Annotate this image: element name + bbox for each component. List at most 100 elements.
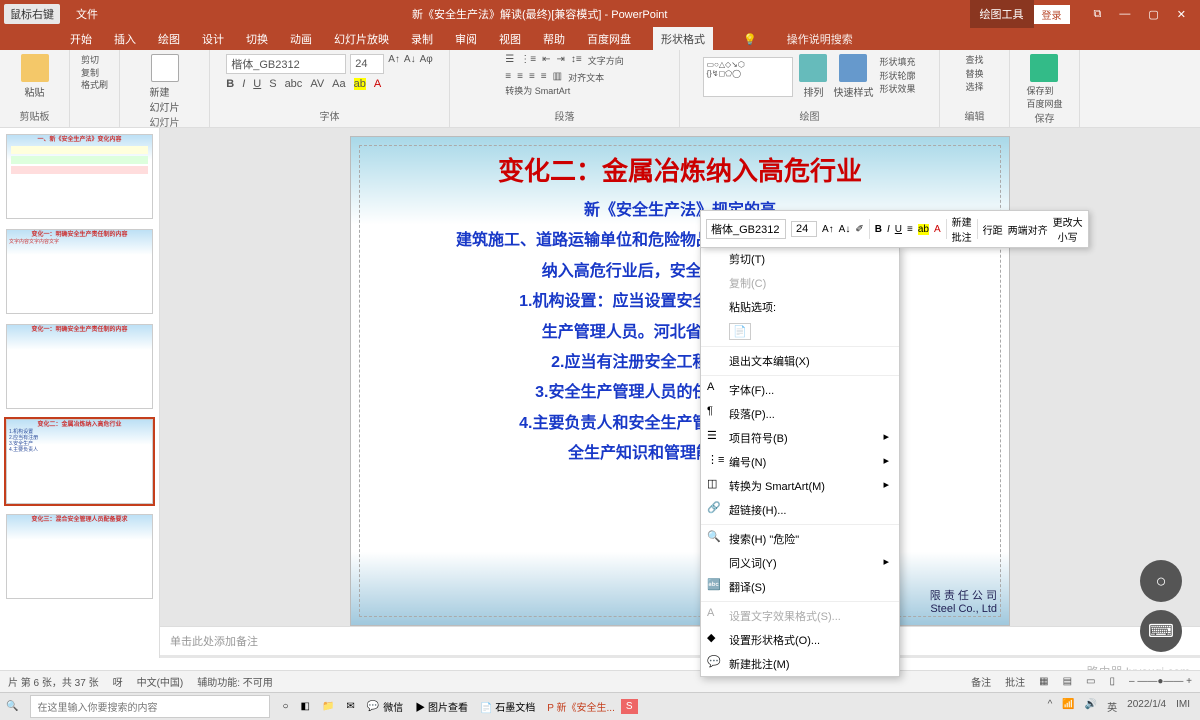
mini-change-case[interactable]: 更改大 小写	[1053, 214, 1083, 244]
lang-indicator[interactable]: 呀	[113, 674, 123, 689]
tab-home[interactable]: 开始	[70, 31, 92, 47]
spacing-button[interactable]: AV	[310, 78, 324, 90]
mini-highlight-icon[interactable]: ab	[918, 224, 929, 235]
bullets-icon[interactable]: ☰	[505, 54, 514, 67]
tell-me-icon[interactable]: 💡	[743, 33, 757, 46]
ctx-hyperlink[interactable]: 🔗超链接(H)...	[701, 498, 899, 522]
mini-font-color-icon[interactable]: A	[934, 224, 941, 235]
arrange-button[interactable]: 排列	[803, 84, 823, 99]
zoom-slider[interactable]: – ——●—— +	[1129, 676, 1192, 687]
task-cortana[interactable]: ○	[276, 701, 294, 712]
shadow-button[interactable]: S	[269, 78, 276, 90]
ctx-translate[interactable]: 🔤翻译(S)	[701, 575, 899, 599]
float-keyboard-button[interactable]: ⌨	[1140, 610, 1182, 652]
mini-bold-button[interactable]: B	[875, 224, 882, 235]
indent-dec-icon[interactable]: ⇤	[542, 54, 550, 67]
mini-linespacing[interactable]: 行距	[983, 222, 1003, 237]
slide-thumbnails-panel[interactable]: 一、新《安全生产法》变化内容 变化一：明确安全生产责任制的内容文字内容文字内容文…	[0, 128, 160, 658]
thumbnail-4[interactable]: 变化二：金属冶炼纳入高危行业1.机构设置2.应当有注册3.安全生产4.主要负责人	[6, 419, 153, 504]
ctx-font[interactable]: A字体(F)...	[701, 378, 899, 402]
tell-me-search[interactable]: 操作说明搜索	[787, 31, 853, 47]
task-explorer[interactable]: 📁	[316, 701, 340, 712]
file-menu[interactable]: 文件	[64, 6, 110, 22]
mini-font-name[interactable]: 楷体_GB2312	[706, 219, 786, 239]
task-imageviewer[interactable]: ▶ 图片查看	[409, 699, 474, 714]
font-size-select[interactable]: 24	[350, 54, 384, 74]
new-slide-icon[interactable]	[151, 54, 179, 82]
align-text-button[interactable]: 对齐文本	[568, 71, 604, 84]
tray-expand-icon[interactable]: ^	[1048, 699, 1053, 714]
tray-ime[interactable]: 英	[1107, 699, 1117, 714]
notes-pane[interactable]: 单击此处添加备注	[160, 626, 1200, 655]
new-slide-button[interactable]: 新建 幻灯片	[150, 84, 180, 114]
slideshow-view-icon[interactable]: ▯	[1109, 676, 1115, 687]
slide-title[interactable]: 变化二：金属冶炼纳入高危行业	[369, 151, 991, 188]
ctx-cut[interactable]: 剪切(T)	[701, 247, 899, 271]
thumbnail-2[interactable]: 变化一：明确安全生产责任制的内容文字内容文字内容文字	[6, 229, 153, 314]
task-mail[interactable]: ✉	[340, 701, 360, 712]
clear-format-icon[interactable]: Aφ	[420, 54, 433, 74]
tab-shape-format[interactable]: 形状格式	[653, 27, 713, 51]
maximize-icon[interactable]: ▢	[1148, 8, 1158, 21]
shapes-gallery[interactable]: ▭○△◇↘⬡{}↯◻⬠◯	[703, 57, 793, 97]
select-button[interactable]: 选择	[965, 81, 983, 95]
tray-network-icon[interactable]: 📶	[1062, 699, 1074, 714]
ctx-paragraph[interactable]: ¶段落(P)...	[701, 402, 899, 426]
mini-underline-button[interactable]: U	[895, 224, 902, 235]
tray-volume-icon[interactable]: 🔊	[1085, 699, 1097, 714]
comments-toggle[interactable]: 批注	[1005, 674, 1025, 689]
search-icon[interactable]: 🔍	[0, 701, 24, 712]
tab-insert[interactable]: 插入	[114, 31, 136, 47]
quick-styles-button[interactable]: 快速样式	[833, 84, 873, 99]
paste-button[interactable]: 粘贴	[25, 84, 45, 99]
mini-format-painter-icon[interactable]: ✐	[855, 224, 863, 235]
notes-toggle[interactable]: 备注	[971, 674, 991, 689]
language-status[interactable]: 中文(中国)	[137, 674, 184, 689]
indent-inc-icon[interactable]: ⇥	[556, 54, 564, 67]
case-button[interactable]: Aa	[332, 78, 345, 90]
find-button[interactable]: 查找	[965, 54, 983, 68]
ctx-search[interactable]: 🔍搜索(H) "危险"	[701, 527, 899, 551]
baidu-save-button[interactable]: 保存到 百度网盘	[1026, 84, 1062, 110]
italic-button[interactable]: I	[242, 78, 245, 90]
underline-button[interactable]: U	[253, 78, 261, 90]
task-powerpoint[interactable]: P 新《安全生...	[541, 699, 621, 714]
task-shimo[interactable]: 📄 石墨文档	[474, 699, 541, 714]
tab-baidu[interactable]: 百度网盘	[587, 31, 631, 47]
shape-fill-button[interactable]: 形状填充	[879, 56, 915, 70]
ctx-synonym[interactable]: 同义词(Y)▸	[701, 551, 899, 575]
columns-icon[interactable]: ▥	[553, 71, 562, 84]
mini-new-comment[interactable]: 新建 批注	[952, 214, 972, 244]
justify-icon[interactable]: ≡	[541, 71, 547, 84]
shape-effects-button[interactable]: 形状效果	[879, 83, 915, 97]
ctx-bullets[interactable]: ☰项目符号(B)▸	[701, 426, 899, 450]
format-painter-button[interactable]: 格式刷	[81, 79, 108, 92]
tab-record[interactable]: 录制	[411, 31, 433, 47]
tray-date[interactable]: 2022/1/4	[1127, 699, 1166, 714]
tab-review[interactable]: 审阅	[455, 31, 477, 47]
ctx-smartart[interactable]: ◫转换为 SmartArt(M)▸	[701, 474, 899, 498]
strike-button[interactable]: abc	[285, 78, 303, 90]
tab-view[interactable]: 视图	[499, 31, 521, 47]
quick-styles-icon[interactable]	[839, 54, 867, 82]
align-right-icon[interactable]: ≡	[529, 71, 535, 84]
mini-grow-icon[interactable]: A↑	[822, 224, 834, 235]
text-direction-button[interactable]: 文字方向	[588, 54, 624, 67]
ctx-numbering[interactable]: ⋮≡编号(N)▸	[701, 450, 899, 474]
tab-design[interactable]: 设计	[202, 31, 224, 47]
font-color-button[interactable]: A	[374, 78, 381, 90]
tab-draw[interactable]: 绘图	[158, 31, 180, 47]
tab-slideshow[interactable]: 幻灯片放映	[334, 31, 389, 47]
close-icon[interactable]: ✕	[1177, 8, 1186, 21]
ctx-shape-format[interactable]: ◆设置形状格式(O)...	[701, 628, 899, 652]
line-spacing-icon[interactable]: ↕≡	[571, 54, 582, 67]
tray-ime-mode[interactable]: IMI	[1176, 699, 1190, 714]
align-center-icon[interactable]: ≡	[517, 71, 523, 84]
mini-shrink-icon[interactable]: A↓	[839, 224, 851, 235]
reading-view-icon[interactable]: ▭	[1086, 676, 1095, 687]
thumbnail-3[interactable]: 变化一：明确安全生产责任制的内容	[6, 324, 153, 409]
float-circle-button[interactable]: ○	[1140, 560, 1182, 602]
login-button[interactable]: 登录	[1034, 5, 1070, 24]
arrange-icon[interactable]	[799, 54, 827, 82]
minimize-icon[interactable]: —	[1119, 8, 1130, 21]
